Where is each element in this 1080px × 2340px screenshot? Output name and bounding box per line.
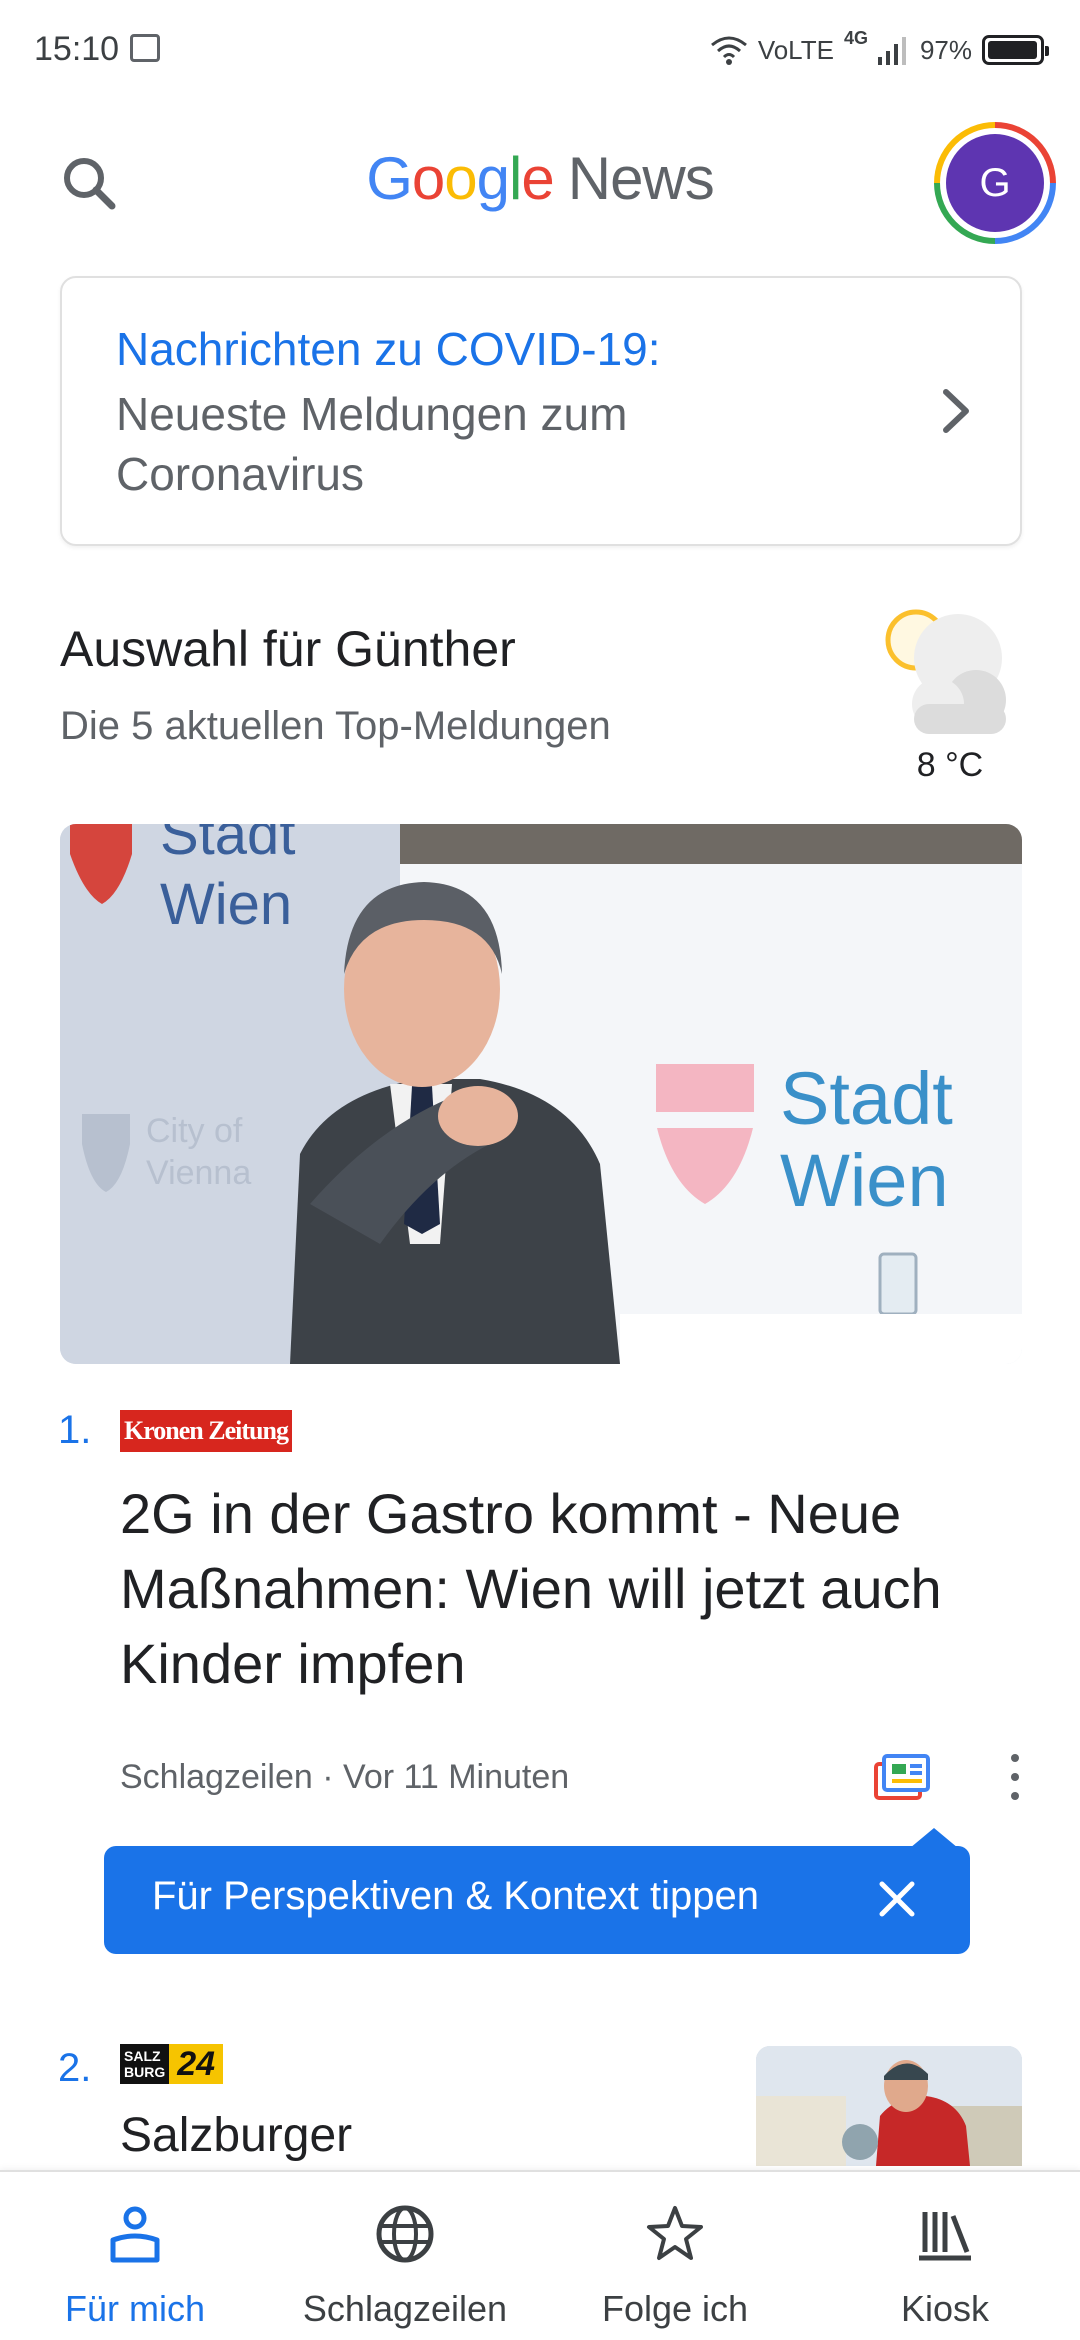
- covid-news-card[interactable]: Nachrichten zu COVID-19: Neueste Meldung…: [60, 276, 1022, 546]
- story-thumbnail[interactable]: [756, 2046, 1022, 2166]
- for-you-icon: [110, 2206, 160, 2263]
- signal-icon: [877, 37, 906, 65]
- newsstand-icon: [919, 2212, 971, 2261]
- story-source: Schlagzeilen: [120, 1758, 313, 1796]
- weather-widget[interactable]: [880, 600, 1020, 750]
- dot: [1011, 1792, 1019, 1800]
- story-time: Vor 11 Minuten: [343, 1758, 570, 1796]
- full-coverage-icon: [874, 1754, 930, 1800]
- publisher-logo[interactable]: Kronen Zeitung: [120, 1410, 292, 1452]
- nav-item-newsstand[interactable]: Kiosk: [810, 2172, 1080, 2340]
- banner-text-top: City of: [146, 1112, 243, 1150]
- logo-letter: G: [366, 145, 413, 212]
- logo-news-text: News: [567, 145, 715, 212]
- sign-text-right-top: Stadt: [780, 1057, 953, 1140]
- status-bar: 15:10 VoLTE 4G 97%: [0, 0, 1080, 100]
- cellular-type: 4G: [843, 28, 868, 48]
- section-subtitle: Die 5 aktuellen Top-Meldungen: [60, 704, 611, 748]
- sign-text-right-bottom: Wien: [780, 1139, 949, 1222]
- logo-text-bottom: BURG: [124, 2064, 166, 2080]
- nav-label: Für mich: [64, 2288, 205, 2329]
- app-header: Google News G: [0, 110, 1080, 260]
- nav-item-for-you[interactable]: Für mich: [0, 2172, 270, 2340]
- tooltip-text: Für Perspektiven & Kontext tippen: [152, 1874, 759, 1918]
- thumbnail-photo: [756, 2046, 1022, 2166]
- account-avatar-button[interactable]: G: [934, 122, 1056, 244]
- sign-text-top: Stadt: [160, 824, 295, 867]
- weather-temperature: 8 °C: [916, 746, 984, 784]
- coverage-tooltip[interactable]: Für Perspektiven & Kontext tippen: [104, 1828, 970, 1954]
- logo-letter: g: [476, 145, 510, 212]
- publisher-logo[interactable]: SALZ BURG 24: [120, 2044, 224, 2084]
- network-type: VoLTE: [757, 34, 834, 65]
- bottom-navigation: Für mich Schlagzeilen Folge ich Kiosk: [0, 2170, 1080, 2340]
- avatar: G: [946, 134, 1044, 232]
- status-indicators: VoLTE 4G 97%: [710, 28, 1049, 72]
- story-rank: 1.: [58, 1408, 92, 1452]
- logo-block: SALZ BURG: [120, 2044, 170, 2084]
- nav-label: Schlagzeilen: [302, 2288, 508, 2329]
- chevron-right-icon: [943, 389, 969, 433]
- battery-icon: [982, 35, 1049, 65]
- logo-letter: o: [444, 145, 477, 212]
- image-notification-icon: [130, 34, 160, 62]
- avatar-inner: G: [940, 128, 1050, 238]
- full-coverage-button[interactable]: [874, 1752, 930, 1800]
- hero-photo: Stadt Wien City of Vienna Stadt Wien: [60, 824, 1022, 1364]
- sign-text-bottom: Wien: [160, 872, 292, 937]
- tooltip-close-button[interactable]: [874, 1876, 920, 1922]
- banner-text-bottom: Vienna: [146, 1154, 251, 1192]
- covid-card-subtitle: Neueste Meldungen zum Coronavirus: [116, 388, 628, 500]
- nav-item-following[interactable]: Folge ich: [540, 2172, 810, 2340]
- story-hero-image[interactable]: Stadt Wien City of Vienna Stadt Wien: [60, 824, 1022, 1364]
- globe-icon: [376, 2205, 434, 2263]
- nav-label: Kiosk: [900, 2288, 990, 2329]
- battery-percent: 97%: [919, 34, 972, 65]
- logo-letter: e: [521, 145, 554, 212]
- story-headline[interactable]: Salzburger: [120, 2108, 352, 2163]
- battery-level: [988, 41, 1037, 59]
- nav-label: Folge ich: [601, 2288, 749, 2329]
- story-meta: Schlagzeilen · Vor 11 Minuten: [120, 1758, 569, 1797]
- logo-text-top: SALZ: [124, 2048, 161, 2064]
- star-icon: [647, 2206, 703, 2260]
- more-options-button[interactable]: [1000, 1750, 1030, 1804]
- nav-item-headlines[interactable]: Schlagzeilen: [270, 2172, 540, 2340]
- dot: [1011, 1754, 1019, 1762]
- wifi-icon: [710, 36, 747, 65]
- logo-letter: o: [411, 145, 445, 212]
- partly-cloudy-icon: [885, 609, 1006, 734]
- story-rank: 2.: [58, 2046, 92, 2090]
- meta-separator: ·: [312, 1758, 344, 1796]
- dot: [1011, 1773, 1019, 1781]
- status-time: 15:10: [34, 30, 120, 68]
- covid-card-title: Nachrichten zu COVID-19:: [116, 323, 661, 375]
- close-icon: [879, 1881, 915, 1917]
- story-headline[interactable]: 2G in der Gastro kommt - Neue Maßnahmen:…: [120, 1476, 1020, 1701]
- section-title: Auswahl für Günther: [60, 621, 516, 677]
- logo-letter: l: [509, 145, 522, 212]
- app-logo: Google News: [0, 144, 1080, 213]
- logo-number: 24: [169, 2044, 224, 2084]
